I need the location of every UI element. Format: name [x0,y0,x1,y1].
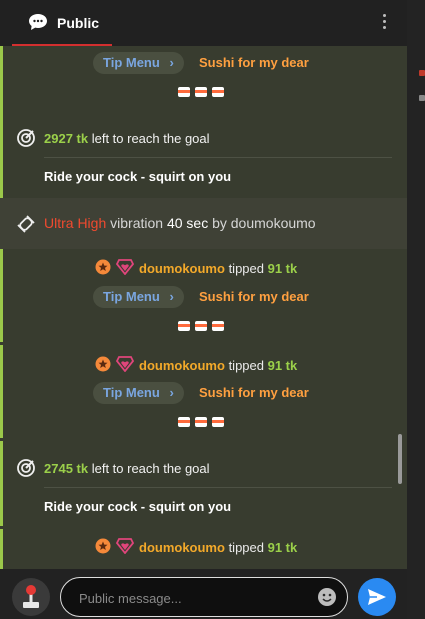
tab-public[interactable]: Public [12,0,112,46]
star-badge-icon [95,259,111,280]
target-icon [16,458,36,483]
tip-amount: 91 tk [267,261,298,276]
chat-feed: Tip Menu › Sushi for my dear 2927 tk lef… [0,46,407,569]
target-icon [16,128,36,153]
star-badge-icon [95,356,111,377]
more-vertical-icon[interactable] [378,12,390,34]
tip-message: doumokoumo tipped 91 tk [139,261,297,276]
side-strip [407,0,425,619]
divider [44,487,392,488]
tip-amount: 91 tk [267,358,298,373]
side-marker [419,95,425,101]
goal-text: left to reach the goal [91,461,210,476]
goal-amount: 2927 tk [44,131,89,146]
tip-verb: tipped [228,261,264,276]
tip-menu-label: Tip Menu [103,385,160,400]
chevron-right-icon: › [169,55,174,70]
tip-message: doumokoumo tipped 91 tk [139,540,297,555]
goal-progress-text: 2745 tk left to reach the goal [44,461,210,476]
tip-menu-pill[interactable]: Tip Menu › [93,286,184,308]
tip-verb: tipped [228,540,264,555]
chevron-right-icon: › [169,289,174,304]
heart-badge-icon [115,538,135,559]
star-badge-icon [95,538,111,559]
composer-bar [0,569,407,619]
tipper-username[interactable]: doumokoumo [139,540,225,555]
chat-bubble-icon [28,13,48,36]
message-input[interactable] [77,587,311,609]
send-icon [367,588,387,611]
vibration-level: Ultra High [44,215,107,231]
tip-menu-pill[interactable]: Tip Menu › [93,52,184,74]
feed-scrollbar[interactable] [398,434,402,484]
tip-menu-item: Sushi for my dear [199,55,309,70]
goal-text: left to reach the goal [91,131,210,146]
tip-verb: tipped [228,358,264,373]
tip-menu-pill[interactable]: Tip Menu › [93,382,184,404]
vibration-icon [16,214,36,239]
tip-menu-label: Tip Menu [103,55,160,70]
divider [44,157,392,158]
chat-panel: Public Tip Menu › Sushi for my dear 2927… [0,0,407,619]
heart-badge-icon [115,259,135,280]
tip-menu-item: Sushi for my dear [199,385,309,400]
vibration-by: by doumokoumo [212,215,316,231]
message-accent-bar [0,441,3,526]
sushi-icon [178,84,229,98]
goal-subtitle: Ride your cock - squirt on you [44,499,232,514]
goal-subtitle: Ride your cock - squirt on you [44,169,232,184]
tipper-username[interactable]: doumokoumo [139,261,225,276]
sushi-icon [178,318,229,332]
tip-menu-label: Tip Menu [103,289,160,304]
goal-progress-text: 2927 tk left to reach the goal [44,131,210,146]
message-accent-bar [0,46,3,198]
vibration-duration: 40 sec [166,215,209,231]
tab-public-label: Public [57,15,100,31]
emoji-icon[interactable] [317,587,337,612]
chevron-right-icon: › [169,385,174,400]
tipper-username[interactable]: doumokoumo [139,358,225,373]
vibration-text: Ultra High vibration 40 sec by doumokoum… [44,215,316,231]
side-marker [419,70,425,76]
joystick-icon[interactable] [12,578,50,616]
tip-message: doumokoumo tipped 91 tk [139,358,297,373]
vibration-notice: Ultra High vibration 40 sec by doumokoum… [0,198,407,249]
message-accent-bar [0,345,3,438]
message-accent-bar [0,249,3,342]
vibration-word: vibration [110,215,164,231]
goal-amount: 2745 tk [44,461,89,476]
tip-amount: 91 tk [267,540,298,555]
sushi-icon [178,414,229,428]
message-input-box[interactable] [60,577,348,617]
heart-badge-icon [115,356,135,377]
tip-menu-item: Sushi for my dear [199,289,309,304]
chat-header: Public [0,0,407,46]
message-accent-bar [0,529,3,569]
send-button[interactable] [358,578,396,616]
